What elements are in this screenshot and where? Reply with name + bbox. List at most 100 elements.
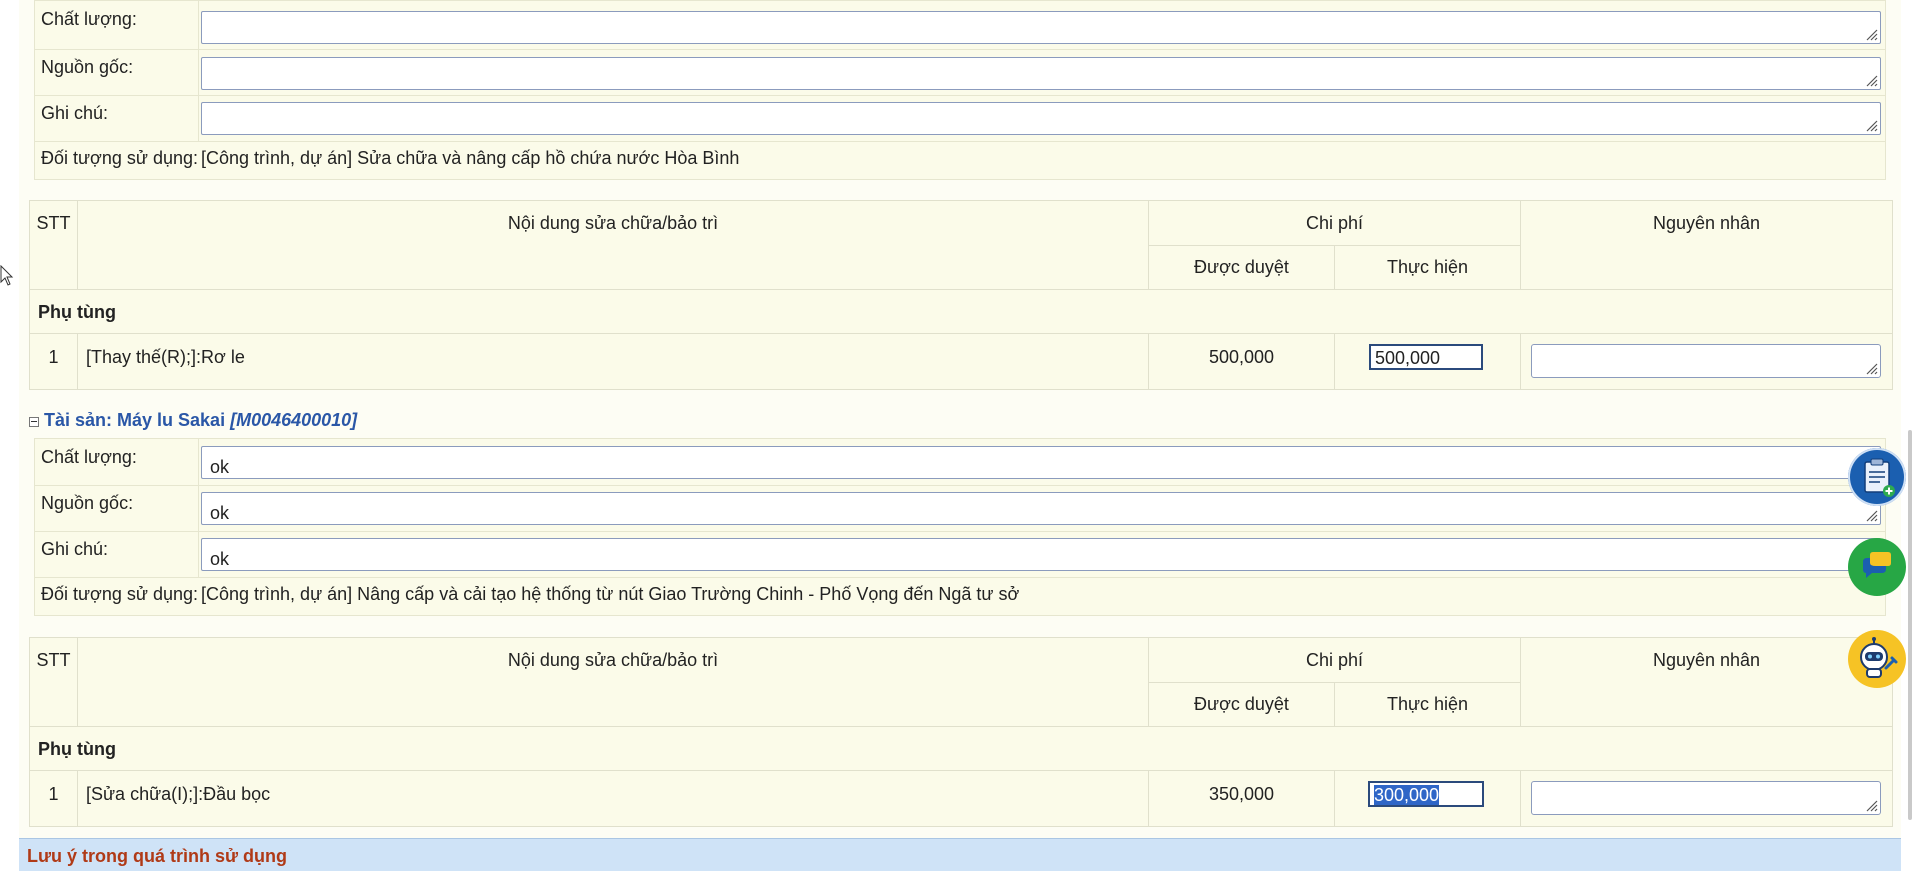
origin-label: Nguồn gốc: xyxy=(41,493,134,513)
mouse-cursor-icon xyxy=(0,265,14,286)
asset2-note-row: Ghi chú: ok xyxy=(35,531,1885,578)
repair-table-2: STT Nội dung sửa chữa/bảo trì Chi phí Đư… xyxy=(29,637,1893,827)
scrollbar[interactable] xyxy=(1908,430,1912,820)
note-label: Ghi chú: xyxy=(41,103,109,123)
asset2-quality-row: Chất lượng: ok xyxy=(35,439,1885,486)
actual-cost-value: 500,000 xyxy=(1375,348,1441,368)
row-stt: 1 xyxy=(48,784,59,804)
group-label: Phụ tùng xyxy=(38,302,116,322)
header-content-text: Nội dung sửa chữa/bảo trì xyxy=(507,650,719,670)
asset1-use-row: Đối tượng sử dụng: [Công trình, dự án] S… xyxy=(35,141,1885,179)
quality-label: Chất lượng: xyxy=(41,447,137,467)
robot-support-button[interactable] xyxy=(1848,630,1906,688)
row-approved: 500,000 xyxy=(1208,347,1275,367)
reason-textarea[interactable] xyxy=(1531,781,1881,815)
group-row: Phụ tùng xyxy=(30,726,1892,770)
header-reason-text: Nguyên nhân xyxy=(1652,650,1761,670)
row-content: [Sửa chữa(I);]:Đầu bọc xyxy=(86,784,271,804)
header-stt: STT xyxy=(30,638,77,726)
table-row-content: [Sửa chữa(I);]:Đầu bọc xyxy=(77,770,1148,826)
header-actual: Thực hiện xyxy=(1334,245,1520,289)
asset2-info-panel: Chất lượng: ok Nguồn gốc: ok Ghi chú: ok… xyxy=(34,438,1886,616)
header-actual-text: Thực hiện xyxy=(1386,694,1469,714)
repair-table-1: STT Nội dung sửa chữa/bảo trì Chi phí Đư… xyxy=(29,200,1893,390)
robot-support-icon xyxy=(1860,637,1898,678)
header-actual: Thực hiện xyxy=(1334,682,1520,726)
origin-label: Nguồn gốc: xyxy=(41,57,134,77)
actual-cost-input[interactable]: 500,000 xyxy=(1369,344,1483,370)
clipboard-add-button[interactable] xyxy=(1848,448,1906,506)
header-stt-text: STT xyxy=(36,650,71,670)
table-row-reason xyxy=(1520,770,1892,826)
header-cost: Chi phí xyxy=(1148,638,1520,682)
chat-icon xyxy=(1863,552,1891,578)
actual-cost-value: 300,000 xyxy=(1374,785,1440,805)
usage-notes-title: Lưu ý trong quá trình sử dụng xyxy=(27,846,288,866)
quality-label: Chất lượng: xyxy=(41,9,137,29)
origin-textarea[interactable] xyxy=(201,57,1881,90)
origin-textarea[interactable]: ok xyxy=(201,492,1881,525)
actual-cost-input[interactable]: 300,000 xyxy=(1368,781,1484,807)
reason-textarea[interactable] xyxy=(1531,344,1881,378)
resize-grip-icon[interactable] xyxy=(1862,506,1878,522)
table-row-approved: 500,000 xyxy=(1148,333,1334,389)
header-approved-text: Được duyệt xyxy=(1194,694,1289,714)
collapse-toggle-icon[interactable] xyxy=(29,417,39,427)
header-approved-text: Được duyệt xyxy=(1194,257,1289,277)
row-content: [Thay thế(R);]:Rơ le xyxy=(86,347,245,367)
use-value: [Công trình, dự án] Sửa chữa và nâng cấp… xyxy=(201,148,740,168)
group-row: Phụ tùng xyxy=(30,289,1892,333)
resize-grip-icon[interactable] xyxy=(1862,25,1878,41)
asset2-origin-row: Nguồn gốc: ok xyxy=(35,485,1885,532)
use-label: Đối tượng sử dụng: xyxy=(41,584,198,604)
quality-textarea[interactable]: ok xyxy=(201,446,1881,479)
usage-notes-bar[interactable]: Lưu ý trong quá trình sử dụng xyxy=(19,838,1901,871)
asset2-code: [M0046400010] xyxy=(230,410,358,430)
row-approved: 350,000 xyxy=(1208,784,1275,804)
header-reason-text: Nguyên nhân xyxy=(1652,213,1761,233)
resize-grip-icon[interactable] xyxy=(1862,116,1878,132)
table-row-actual: 300,000 xyxy=(1334,770,1520,826)
note-textarea[interactable] xyxy=(201,102,1881,135)
header-cost-text: Chi phí xyxy=(1305,213,1364,233)
header-reason: Nguyên nhân xyxy=(1520,638,1892,726)
header-content-text: Nội dung sửa chữa/bảo trì xyxy=(507,213,719,233)
chat-button[interactable] xyxy=(1848,538,1906,596)
note-label: Ghi chú: xyxy=(41,539,109,559)
header-cost-text: Chi phí xyxy=(1305,650,1364,670)
quality-value: ok xyxy=(210,457,230,477)
note-value: ok xyxy=(210,549,230,569)
resize-grip-icon[interactable] xyxy=(1862,71,1878,87)
origin-value: ok xyxy=(210,503,230,523)
table-row-approved: 350,000 xyxy=(1148,770,1334,826)
header-content: Nội dung sửa chữa/bảo trì xyxy=(77,638,1148,726)
header-approved: Được duyệt xyxy=(1148,245,1334,289)
table-row-content: [Thay thế(R);]:Rơ le xyxy=(77,333,1148,389)
asset2-title-text: Tài sản: Máy lu Sakai xyxy=(44,410,231,430)
group-label: Phụ tùng xyxy=(38,739,116,759)
asset1-origin-row: Nguồn gốc: xyxy=(35,49,1885,96)
header-approved: Được duyệt xyxy=(1148,682,1334,726)
table-row-reason xyxy=(1520,333,1892,389)
note-textarea[interactable]: ok xyxy=(201,538,1881,571)
table-row-actual: 500,000 xyxy=(1334,333,1520,389)
use-value: [Công trình, dự án] Nâng cấp và cải tạo … xyxy=(201,584,1020,604)
table-row-stt: 1 xyxy=(30,770,77,826)
quality-textarea[interactable] xyxy=(201,11,1881,44)
header-stt-text: STT xyxy=(36,213,71,233)
asset1-note-row: Ghi chú: xyxy=(35,95,1885,142)
asset1-quality-row: Chất lượng: xyxy=(35,1,1885,50)
table-row-stt: 1 xyxy=(30,333,77,389)
clipboard-add-icon xyxy=(1864,458,1895,497)
header-cost: Chi phí xyxy=(1148,201,1520,245)
header-reason: Nguyên nhân xyxy=(1520,201,1892,289)
page: Chất lượng: Nguồn gốc: Ghi chú: Đối tượn… xyxy=(0,0,1918,871)
resize-grip-icon[interactable] xyxy=(1862,796,1878,812)
header-actual-text: Thực hiện xyxy=(1386,257,1469,277)
asset1-info-panel: Chất lượng: Nguồn gốc: Ghi chú: Đối tượn… xyxy=(34,0,1886,180)
header-content: Nội dung sửa chữa/bảo trì xyxy=(77,201,1148,289)
asset2-title[interactable]: Tài sản: Máy lu Sakai [M0046400010] xyxy=(44,410,357,431)
row-stt: 1 xyxy=(48,347,59,367)
resize-grip-icon[interactable] xyxy=(1862,359,1878,375)
asset2-use-row: Đối tượng sử dụng: [Công trình, dự án] N… xyxy=(35,577,1885,615)
